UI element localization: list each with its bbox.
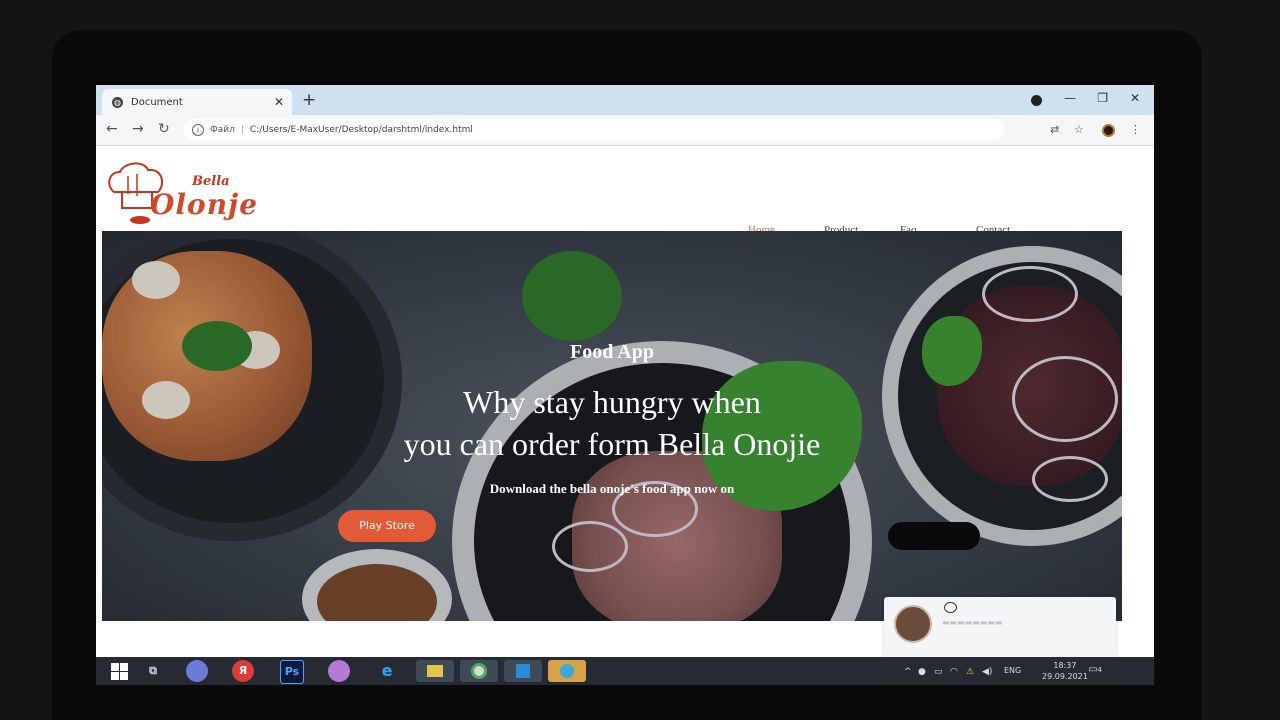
back-icon[interactable]: ← (106, 121, 118, 137)
reload-icon[interactable]: ↻ (158, 121, 170, 137)
paint-3d-icon[interactable] (328, 660, 350, 682)
minimize-icon[interactable]: — (1064, 91, 1076, 105)
battery-icon[interactable]: ▭ (934, 667, 943, 677)
browser-tabstrip: ◍ Document ✕ + — ❐ ✕ (96, 85, 1154, 115)
new-tab-button[interactable]: + (302, 90, 316, 110)
forward-icon[interactable]: → (132, 121, 144, 137)
bookmark-star-icon[interactable]: ☆ (1074, 123, 1084, 136)
volume-icon[interactable]: ◀) (982, 667, 992, 677)
play-store-button[interactable]: Play Store (338, 510, 436, 542)
notification-count: 4 (1097, 666, 1102, 674)
site-header: Bella Olonje Home Product Faq Contact (96, 146, 1154, 236)
screen: ◍ Document ✕ + — ❐ ✕ ← → ↻ i Файл | C:/U… (96, 85, 1154, 685)
address-url: C:/Users/E-MaxUser/Desktop/darshtml/inde… (249, 125, 473, 135)
site-logo[interactable]: Bella Olonje (104, 154, 264, 229)
vscode-icon[interactable] (504, 660, 542, 682)
translate-icon[interactable]: ⇄ (1050, 123, 1059, 136)
chat-text: ▬▬▬▬▬▬▬▬ (942, 618, 1003, 627)
windows-start-button[interactable] (108, 660, 130, 682)
panda-icon (944, 602, 957, 613)
hero-title-line2: you can order form Bella Onojie (403, 426, 821, 462)
chat-avatar (894, 605, 932, 643)
wifi-icon[interactable]: ◠ (950, 667, 958, 677)
telegram-icon[interactable] (548, 660, 586, 682)
address-bar[interactable]: i Файл | C:/Users/E-MaxUser/Desktop/dars… (184, 119, 1004, 141)
task-view-icon[interactable]: ⧉ (142, 660, 164, 682)
chat-widget[interactable]: ▬▬▬▬▬▬▬▬ (884, 597, 1116, 657)
hero-banner: Food App Why stay hungry when you can or… (102, 231, 1122, 621)
profile-icon[interactable] (1031, 95, 1042, 106)
hero-kicker: Food App (570, 341, 654, 363)
chrome-icon[interactable] (460, 660, 498, 682)
close-window-icon[interactable]: ✕ (1130, 91, 1140, 105)
alice-assistant-icon[interactable] (186, 660, 208, 682)
microphone-icon[interactable]: ● (918, 667, 926, 677)
address-separator: | (240, 125, 244, 135)
logo-text-olonje: Olonje (150, 188, 259, 221)
browser-toolbar: ← → ↻ i Файл | C:/Users/E-MaxUser/Deskto… (96, 115, 1154, 146)
extension-icon[interactable] (1102, 124, 1115, 137)
windows-taskbar: ⧉ Я Ps e ^ ● ▭ ◠ ⚠ ◀) ENG 18:37 29.09.20… (96, 657, 1154, 685)
logo-text-bella: Bella (192, 174, 230, 189)
warning-icon[interactable]: ⚠ (966, 667, 974, 677)
photoshop-icon[interactable]: Ps (280, 660, 304, 684)
tray-date: 29.09.2021 (1042, 672, 1088, 681)
input-language[interactable]: ENG (1004, 666, 1021, 675)
app-store-button[interactable] (888, 522, 980, 550)
edge-icon[interactable]: e (376, 660, 398, 682)
address-scheme: Файл (210, 125, 235, 135)
notification-center-button[interactable]: ▭ 4 (1084, 661, 1102, 679)
hero-title-line1: Why stay hungry when (463, 384, 761, 420)
hero-subtitle: Download the bella onoje's food app now … (489, 481, 735, 496)
info-icon[interactable]: i (192, 124, 204, 136)
restore-icon[interactable]: ❐ (1097, 91, 1108, 105)
web-page: Bella Olonje Home Product Faq Contact Fo… (96, 146, 1154, 657)
yandex-browser-icon[interactable]: Я (232, 660, 254, 682)
tray-clock[interactable]: 18:37 29.09.2021 (1042, 660, 1088, 682)
close-icon[interactable]: ✕ (274, 95, 284, 109)
menu-dots-icon[interactable]: ⋮ (1130, 123, 1141, 136)
globe-icon: ◍ (112, 96, 123, 108)
tray-time: 18:37 (1053, 661, 1077, 670)
tab-title: Document (131, 96, 183, 108)
tray-expand-icon[interactable]: ^ (904, 667, 912, 677)
file-explorer-icon[interactable] (416, 660, 454, 682)
browser-tab[interactable]: ◍ Document ✕ (102, 89, 292, 115)
hero-title: Why stay hungry when you can order form … (102, 381, 1122, 465)
